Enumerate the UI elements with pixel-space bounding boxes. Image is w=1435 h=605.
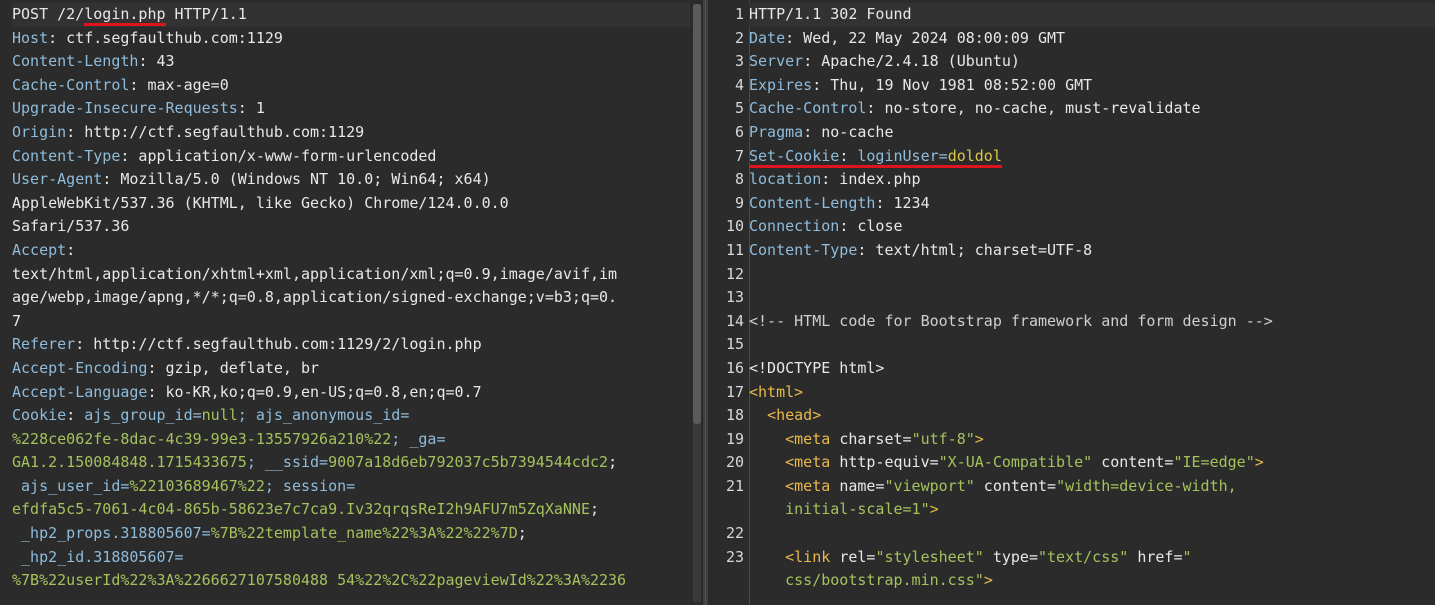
- line-number: 13: [725, 288, 744, 307]
- line-number: 2: [734, 28, 744, 47]
- line-number: 8: [734, 170, 744, 189]
- pane-splitter-line: [705, 0, 706, 605]
- line-number: 15: [725, 335, 744, 354]
- doctype-line: <!DOCTYPE html>: [749, 358, 885, 377]
- header-accept: Accept:: [12, 240, 76, 259]
- resp-header-content-type: Content-Type: text/html; charset=UTF-8: [749, 240, 1093, 259]
- request-editor[interactable]: POST /2/login.php HTTP/1.1 Host: ctf.seg…: [0, 0, 703, 605]
- response-viewer[interactable]: 1 2 3 4 5 6 7 8 9 10 11 12 13 14 15 16 17 18 19 20 21 22 23 H…: [708, 0, 1435, 605]
- accept-cont-2: age/webp,image/apng,*/*;q=0.8,applicatio…: [12, 288, 618, 307]
- user-agent-cont-1: AppleWebKit/537.36 (KHTML, like Gecko) C…: [12, 193, 509, 212]
- meta-viewport-cont: initial-scale=1">: [785, 500, 939, 519]
- accept-cont-1: text/html,application/xhtml+xml,applicat…: [12, 264, 618, 283]
- line-number: 20: [725, 453, 744, 472]
- line-number: 3: [734, 52, 744, 71]
- cookie-cont-8: %7B%22userId%22%3A%2266627107580488 54%2…: [12, 571, 627, 590]
- header-cookie: Cookie: ajs_group_id=null; ajs_anonymous…: [12, 406, 410, 425]
- resp-header-content-length: Content-Length: 1234: [749, 193, 930, 212]
- head-open-line: <head>: [767, 406, 822, 425]
- link-stylesheet-line: <link rel="stylesheet" type="text/css" h…: [785, 547, 1192, 566]
- header-accept-encoding: Accept-Encoding: gzip, deflate, br: [12, 358, 320, 377]
- status-line: HTTP/1.1 302 Found: [749, 3, 1435, 27]
- cookie-cont-4: ajs_user_id=%22103689467%22; session=: [12, 476, 356, 495]
- header-upgrade-insecure: Upgrade-Insecure-Requests: 1: [12, 99, 265, 118]
- request-scrollbar-thumb[interactable]: [693, 4, 701, 424]
- cookie-cont-3: GA1.2.150084848.1715433675; __ssid=9007a…: [12, 453, 618, 472]
- cookie-cont-2: %228ce062fe-8dac-4c39-99e3-13557926a210%…: [12, 429, 446, 448]
- resp-header-expires: Expires: Thu, 19 Nov 1981 08:52:00 GMT: [749, 75, 1093, 94]
- line-number: 5: [734, 99, 744, 118]
- accept-cont-3: 7: [12, 311, 22, 330]
- login-path-highlight: login.php: [84, 5, 166, 26]
- line-number: 18: [725, 406, 744, 425]
- header-accept-language: Accept-Language: ko-KR,ko;q=0.9,en-US;q=…: [12, 382, 482, 401]
- resp-header-server: Server: Apache/2.4.18 (Ubuntu): [749, 52, 1020, 71]
- request-text[interactable]: POST /2/login.php HTTP/1.1 Host: ctf.seg…: [12, 3, 690, 593]
- line-number: 23: [725, 547, 744, 566]
- link-stylesheet-cont: css/bootstrap.min.css">: [785, 571, 993, 590]
- line-number: 17: [725, 382, 744, 401]
- header-cache-control: Cache-Control: max-age=0: [12, 75, 229, 94]
- html-open-line: <html>: [749, 382, 804, 401]
- line-number: 19: [725, 429, 744, 448]
- cookie-cont-5: efdfa5c5-7061-4c04-865b-58623e7c7ca9.Iv3…: [12, 500, 599, 519]
- resp-header-connection: Connection: close: [749, 217, 903, 236]
- line-number: 4: [734, 75, 744, 94]
- line-number: 14: [725, 311, 744, 330]
- resp-header-location: location: index.php: [749, 170, 921, 189]
- cookie-cont-7: _hp2_id.318805607=: [12, 547, 184, 566]
- line-number: 11: [725, 240, 744, 259]
- line-number: 16: [725, 358, 744, 377]
- resp-header-cache-control: Cache-Control: no-store, no-cache, must-…: [749, 99, 1201, 118]
- html-comment: <!-- HTML code for Bootstrap framework a…: [749, 311, 1273, 330]
- line-number: 7: [734, 146, 744, 165]
- meta-viewport-line: <meta name="viewport" content="width=dev…: [785, 476, 1237, 495]
- header-content-type: Content-Type: application/x-www-form-url…: [12, 146, 437, 165]
- line-number: 6: [734, 122, 744, 141]
- line-number: 21: [725, 476, 744, 495]
- meta-compat-line: <meta http-equiv="X-UA-Compatible" conte…: [785, 453, 1264, 472]
- cookie-cont-6: _hp2_props.318805607=%7B%22template_name…: [12, 524, 527, 543]
- line-number: 12: [725, 264, 744, 283]
- set-cookie-highlight: Set-Cookie: loginUser=doldol: [749, 146, 1002, 168]
- resp-header-set-cookie: Set-Cookie: loginUser=doldol: [749, 145, 1435, 169]
- response-text[interactable]: HTTP/1.1 302 Found Date: Wed, 22 May 202…: [749, 3, 1435, 593]
- line-number-gutter: 1 2 3 4 5 6 7 8 9 10 11 12 13 14 15 16 17 18 19 20 21 22 23: [708, 3, 744, 569]
- header-user-agent: User-Agent: Mozilla/5.0 (Windows NT 10.0…: [12, 170, 491, 189]
- resp-header-date: Date: Wed, 22 May 2024 08:00:09 GMT: [749, 28, 1066, 47]
- header-content-length: Content-Length: 43: [12, 52, 175, 71]
- header-origin: Origin: http://ctf.segfaulthub.com:1129: [12, 122, 365, 141]
- user-agent-cont-2: Safari/537.36: [12, 217, 130, 236]
- line-number: 22: [725, 524, 744, 543]
- header-host: Host: ctf.segfaulthub.com:1129: [12, 28, 283, 47]
- request-line: POST /2/login.php HTTP/1.1: [12, 3, 690, 27]
- line-number: 1: [734, 5, 744, 23]
- resp-header-pragma: Pragma: no-cache: [749, 122, 894, 141]
- line-number: [708, 498, 744, 522]
- line-number: 10: [725, 217, 744, 236]
- meta-charset-line: <meta charset="utf-8">: [785, 429, 984, 448]
- line-number: 9: [734, 193, 744, 212]
- header-referer: Referer: http://ctf.segfaulthub.com:1129…: [12, 335, 482, 354]
